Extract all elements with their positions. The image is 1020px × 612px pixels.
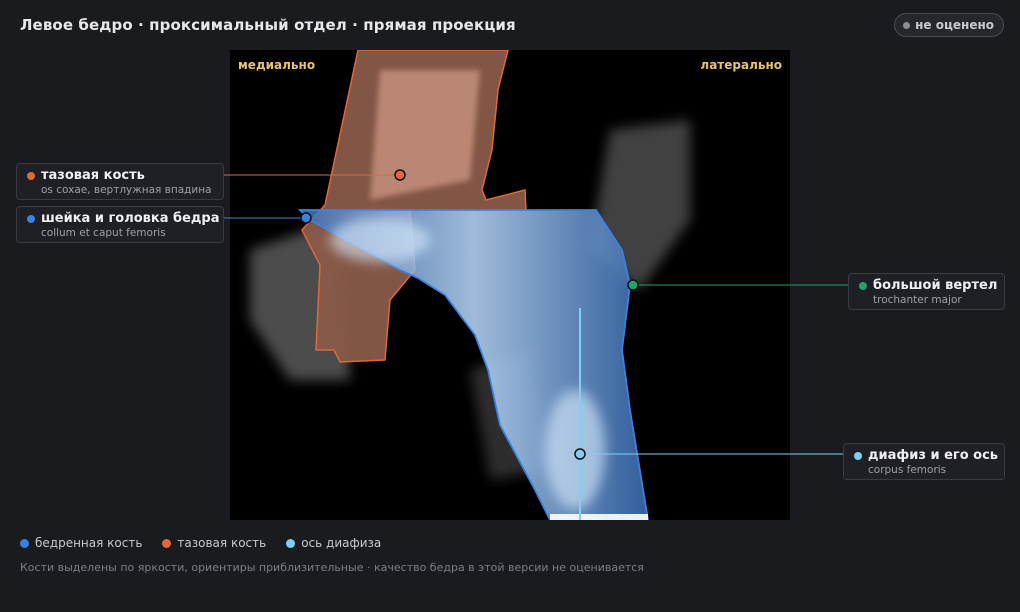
footnote: Кости выделены по яркости, ориентиры при… xyxy=(20,561,644,574)
femur-dot-icon xyxy=(20,538,29,548)
label-femoral-shaft[interactable]: диафиз и его ось corpus femoris xyxy=(843,443,1005,480)
legend: бедренная кость тазовая кость ось диафиз… xyxy=(20,536,381,550)
orientation-lateral: латерально xyxy=(700,58,782,72)
page-title: Левое бедро · проксимальный отдел · прям… xyxy=(20,16,516,34)
label-shaft-latin: corpus femoris xyxy=(868,464,947,476)
label-pelvis-latin: os coxae, вертлужная впадина xyxy=(41,184,212,196)
legend-item-femur[interactable]: бедренная кость xyxy=(20,536,142,550)
label-femoral-neck[interactable]: шейка и головка бедра collum et caput fe… xyxy=(16,206,224,243)
xray-viewer[interactable]: медиально латерально xyxy=(230,50,790,520)
label-trochanter-latin: trochanter major xyxy=(873,294,962,306)
label-greater-trochanter[interactable]: большой вертел trochanter major xyxy=(848,273,1005,310)
label-shaft-name: диафиз и его ось xyxy=(868,448,999,463)
femur-region xyxy=(297,209,649,520)
label-trochanter-name: большой вертел xyxy=(873,278,998,293)
legend-axis-label: ось диафиза xyxy=(301,536,382,550)
label-pelvis-name: тазовая кость xyxy=(41,168,145,183)
xray-image xyxy=(250,50,690,520)
neck-dot-icon xyxy=(27,214,35,223)
pelvis-dot-icon xyxy=(27,171,35,180)
axis-dot-icon xyxy=(286,538,296,548)
legend-pelvis-label: тазовая кость xyxy=(177,536,267,550)
pelvis-legend-dot-icon xyxy=(162,538,172,548)
trochanter-dot-icon xyxy=(859,281,867,290)
orientation-medial: медиально xyxy=(238,58,316,72)
label-neck-latin: collum et caput femoris xyxy=(41,227,166,239)
legend-item-axis[interactable]: ось диафиза xyxy=(286,536,381,550)
label-pelvis[interactable]: тазовая кость os coxae, вертлужная впади… xyxy=(16,163,224,200)
shaft-dot-icon xyxy=(854,451,862,460)
label-neck-name: шейка и головка бедра xyxy=(41,211,220,226)
status-dot-icon xyxy=(903,21,911,29)
status-label: не оценено xyxy=(915,18,994,32)
status-badge[interactable]: не оценено xyxy=(894,13,1004,37)
legend-femur-label: бедренная кость xyxy=(35,536,143,550)
legend-item-pelvis[interactable]: тазовая кость xyxy=(162,536,266,550)
